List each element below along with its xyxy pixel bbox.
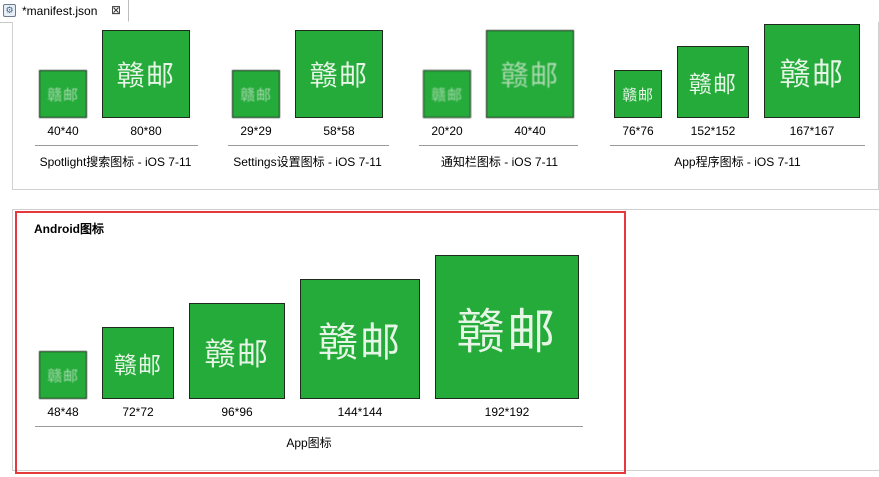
- icon-android-96[interactable]: 赣邮: [189, 303, 285, 399]
- icon-text: 赣邮: [47, 85, 79, 104]
- icon-text: 赣邮: [113, 353, 163, 379]
- group-divider: [35, 426, 583, 427]
- icon-app-76[interactable]: 赣邮: [614, 70, 662, 118]
- icon-android-144[interactable]: 赣邮: [300, 279, 420, 399]
- json-file-icon: ⚙: [3, 4, 16, 17]
- size-label: 20*20: [431, 124, 463, 138]
- icon-text: 赣邮: [779, 56, 845, 93]
- icon-android-48[interactable]: 赣邮: [39, 351, 87, 399]
- icon-text: 赣邮: [309, 59, 369, 92]
- size-label: 40*40: [47, 124, 79, 138]
- icon-text: 赣邮: [456, 304, 558, 360]
- group-label-spotlight: Spotlight搜索图标 - iOS 7-11: [39, 155, 192, 169]
- size-label: 29*29: [240, 124, 272, 138]
- icon-text: 赣邮: [116, 59, 176, 92]
- icon-android-72[interactable]: 赣邮: [102, 327, 174, 399]
- close-icon[interactable]: ⊠: [111, 3, 121, 17]
- icon-text: 赣邮: [240, 85, 272, 104]
- icon-text: 赣邮: [431, 85, 463, 104]
- icon-text: 赣邮: [622, 85, 654, 104]
- android-section-title: Android图标: [34, 222, 104, 236]
- icon-app-152[interactable]: 赣邮: [677, 46, 749, 118]
- icon-spotlight-80[interactable]: 赣邮: [102, 30, 190, 118]
- tab-manifest-json[interactable]: ⚙ *manifest.json ⊠: [0, 0, 129, 22]
- size-label: 40*40: [514, 124, 546, 138]
- group-label-app-ios: App程序图标 - iOS 7-11: [674, 155, 801, 169]
- size-label: 167*167: [789, 124, 835, 138]
- group-label-notification: 通知栏图标 - iOS 7-11: [440, 155, 559, 169]
- size-label: 192*192: [484, 405, 530, 419]
- size-label: 80*80: [130, 124, 162, 138]
- icon-text: 赣邮: [47, 366, 79, 385]
- group-label-settings: Settings设置图标 - iOS 7-11: [233, 155, 382, 169]
- size-label: 48*48: [47, 405, 79, 419]
- icon-text: 赣邮: [318, 320, 402, 366]
- icon-settings-29[interactable]: 赣邮: [232, 70, 280, 118]
- size-label: 144*144: [337, 405, 383, 419]
- size-label: 58*58: [323, 124, 355, 138]
- icon-settings-58[interactable]: 赣邮: [295, 30, 383, 118]
- icon-spotlight-40[interactable]: 赣邮: [39, 70, 87, 118]
- icon-notification-40[interactable]: 赣邮: [486, 30, 574, 118]
- group-divider: [35, 145, 198, 146]
- tab-title: *manifest.json: [22, 4, 98, 18]
- group-divider: [419, 145, 578, 146]
- icon-text: 赣邮: [688, 72, 738, 98]
- icon-notification-20[interactable]: 赣邮: [423, 70, 471, 118]
- icon-text: 赣邮: [204, 336, 270, 373]
- icon-text: 赣邮: [500, 59, 560, 92]
- group-label-app-android: App图标: [286, 436, 332, 450]
- editor-tab-bar: ⚙ *manifest.json ⊠: [0, 0, 879, 23]
- size-label: 76*76: [622, 124, 654, 138]
- group-divider: [228, 145, 389, 146]
- size-label: 72*72: [122, 405, 154, 419]
- icon-android-192[interactable]: 赣邮: [435, 255, 579, 399]
- group-divider: [610, 145, 865, 146]
- size-label: 152*152: [690, 124, 736, 138]
- size-label: 96*96: [221, 405, 253, 419]
- icon-app-167[interactable]: 赣邮: [764, 24, 860, 118]
